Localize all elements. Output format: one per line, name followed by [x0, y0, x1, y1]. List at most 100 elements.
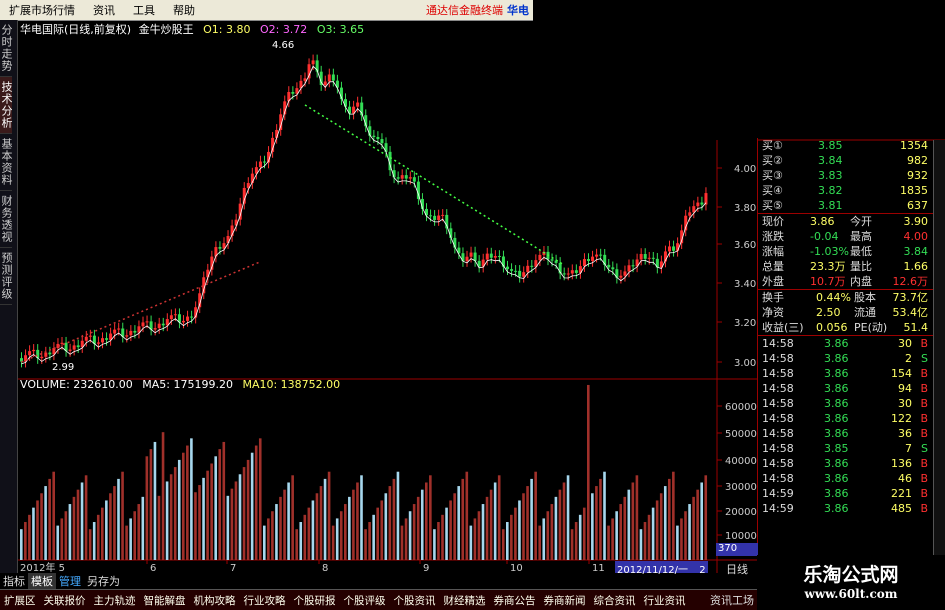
tick-row[interactable]: 14:58 3.86 94 B [758, 381, 945, 396]
function-button[interactable]: 智能解盘 [140, 593, 190, 608]
ask-row[interactable]: 买⑤ 3.81 637 [758, 198, 945, 213]
volume-bar [538, 525, 541, 560]
tick-row[interactable]: 14:59 3.86 485 B [758, 501, 945, 516]
stat-value: 23.3万 [810, 260, 846, 273]
candle-body [619, 275, 623, 278]
tick-side: S [921, 442, 928, 455]
stat-label: 内盘 [850, 275, 872, 288]
indicator-name[interactable]: 金牛炒股王 [139, 23, 194, 36]
volume-bar [182, 452, 185, 560]
function-button[interactable]: 财经精选 [440, 593, 490, 608]
tick-side: B [920, 457, 928, 470]
volume-bar [258, 438, 262, 560]
fundamental-row[interactable]: 净资 2.50 流通 53.4亿 [758, 305, 945, 320]
tick-time: 14:58 [762, 412, 794, 425]
tick-row[interactable]: 14:58 3.85 7 S [758, 441, 945, 456]
volume-bar [173, 467, 177, 560]
volume-bar [28, 514, 31, 560]
tick-row[interactable]: 14:58 3.86 46 B [758, 471, 945, 486]
menu-item-news[interactable]: 资讯 [84, 2, 124, 18]
candle-body [668, 246, 671, 252]
volume-bar [246, 459, 250, 560]
price-axis-label: 3.20 [734, 318, 756, 329]
tick-row[interactable]: 14:58 3.86 36 B [758, 426, 945, 441]
tick-volume: 30 [898, 397, 912, 410]
function-button[interactable]: 个股研报 [290, 593, 340, 608]
tab-save-as[interactable]: 另存为 [84, 573, 123, 589]
function-button[interactable]: 券商公告 [490, 593, 540, 608]
volume-bar [56, 525, 60, 560]
function-button[interactable]: 券商新闻 [540, 593, 590, 608]
side-scroll-strip[interactable] [933, 140, 945, 555]
o1-value: O1: 3.80 [203, 23, 251, 36]
volume-bar [416, 496, 420, 560]
tab-technical[interactable]: 技术分析 [0, 77, 13, 134]
tick-time: 14:58 [762, 337, 794, 350]
fundamental-row[interactable]: 收益(三) 0.056 PE(动) 51.4 [758, 320, 945, 335]
volume-bar [388, 486, 392, 560]
stat-row[interactable]: 涨幅 -1.03% 最低 3.84 [758, 244, 945, 259]
tick-row[interactable]: 14:58 3.86 30 B [758, 396, 945, 411]
volume-bar [48, 478, 51, 560]
tick-row[interactable]: 14:58 3.86 2 S [758, 351, 945, 366]
candle-body [408, 177, 412, 179]
tab-financial[interactable]: 财务透视 [0, 191, 13, 248]
tab-indicator[interactable]: 指标 [0, 573, 28, 589]
volume-bar [348, 496, 351, 560]
stat-row[interactable]: 外盘 10.7万 内盘 12.6万 [758, 274, 945, 289]
volume-bar [339, 511, 343, 560]
tick-row[interactable]: 14:59 3.86 221 B [758, 486, 945, 501]
function-button[interactable]: 扩展区 [0, 593, 40, 608]
volume-bar [514, 507, 517, 560]
tick-row[interactable]: 14:58 3.86 30 B [758, 335, 945, 351]
stat-value: 3.84 [903, 245, 929, 258]
stat-row[interactable]: 涨跌 -0.04 最高 4.00 [758, 229, 945, 244]
function-button[interactable]: 综合资讯 [590, 593, 640, 608]
tab-manage[interactable]: 管理 [56, 573, 84, 589]
volume-bar [651, 507, 655, 560]
tab-rating[interactable]: 预测评级 [0, 248, 13, 305]
stat-label: 外盘 [762, 275, 784, 288]
fundamental-row[interactable]: 换手 0.44% 股本 73.7亿 [758, 289, 945, 305]
function-button[interactable]: 主力轨迹 [90, 593, 140, 608]
tab-template[interactable]: 模板 [28, 573, 56, 589]
ask-row[interactable]: 买① 3.85 1354 [758, 138, 945, 153]
menu-brand-text[interactable]: 华电 [507, 2, 533, 18]
tab-intraday[interactable]: 分时走势 [0, 20, 13, 77]
volume-bar [546, 511, 550, 560]
volume-bar [392, 478, 396, 560]
function-button[interactable]: 个股资讯 [390, 593, 440, 608]
ask-row[interactable]: 买④ 3.82 1835 [758, 183, 945, 198]
candle-body [68, 349, 72, 351]
function-button[interactable]: 关联报价 [40, 593, 90, 608]
function-button[interactable]: 个股评级 [340, 593, 390, 608]
tick-row[interactable]: 14:58 3.86 136 B [758, 456, 945, 471]
menu-item-help[interactable]: 帮助 [164, 2, 204, 18]
volume-bar [558, 489, 562, 560]
menu-ad-text[interactable]: 通达信金融终端 [426, 2, 507, 18]
tick-time: 14:58 [762, 427, 794, 440]
volume-bar [489, 489, 493, 560]
function-button[interactable]: 行业攻略 [240, 593, 290, 608]
candle-body [291, 92, 295, 94]
price-axis-label: 3.80 [734, 203, 756, 214]
candle-body [76, 345, 80, 348]
volume-bar [161, 432, 165, 560]
volume-header: VOLUME: 232610.00 MA5: 175199.20 MA10: 1… [20, 378, 340, 392]
menu-item-tools[interactable]: 工具 [124, 2, 164, 18]
tick-row[interactable]: 14:58 3.86 122 B [758, 411, 945, 426]
tab-basic-info[interactable]: 基本资料 [0, 134, 13, 191]
ask-row[interactable]: 买③ 3.83 932 [758, 168, 945, 183]
stat-row[interactable]: 现价 3.86 今开 3.90 [758, 213, 945, 229]
info-workshop-label[interactable]: 资讯工场 [710, 592, 754, 608]
ask-row[interactable]: 买② 3.84 982 [758, 153, 945, 168]
tick-time: 14:58 [762, 382, 794, 395]
tick-price: 3.86 [824, 412, 849, 425]
function-button[interactable]: 行业资讯 [640, 593, 690, 608]
function-button[interactable]: 机构攻略 [190, 593, 240, 608]
stat-row[interactable]: 总量 23.3万 量比 1.66 [758, 259, 945, 274]
menu-item-extended-market[interactable]: 扩展市场行情 [0, 2, 84, 18]
volume-bar [72, 496, 76, 560]
volume-bar [623, 496, 627, 560]
tick-row[interactable]: 14:58 3.86 154 B [758, 366, 945, 381]
